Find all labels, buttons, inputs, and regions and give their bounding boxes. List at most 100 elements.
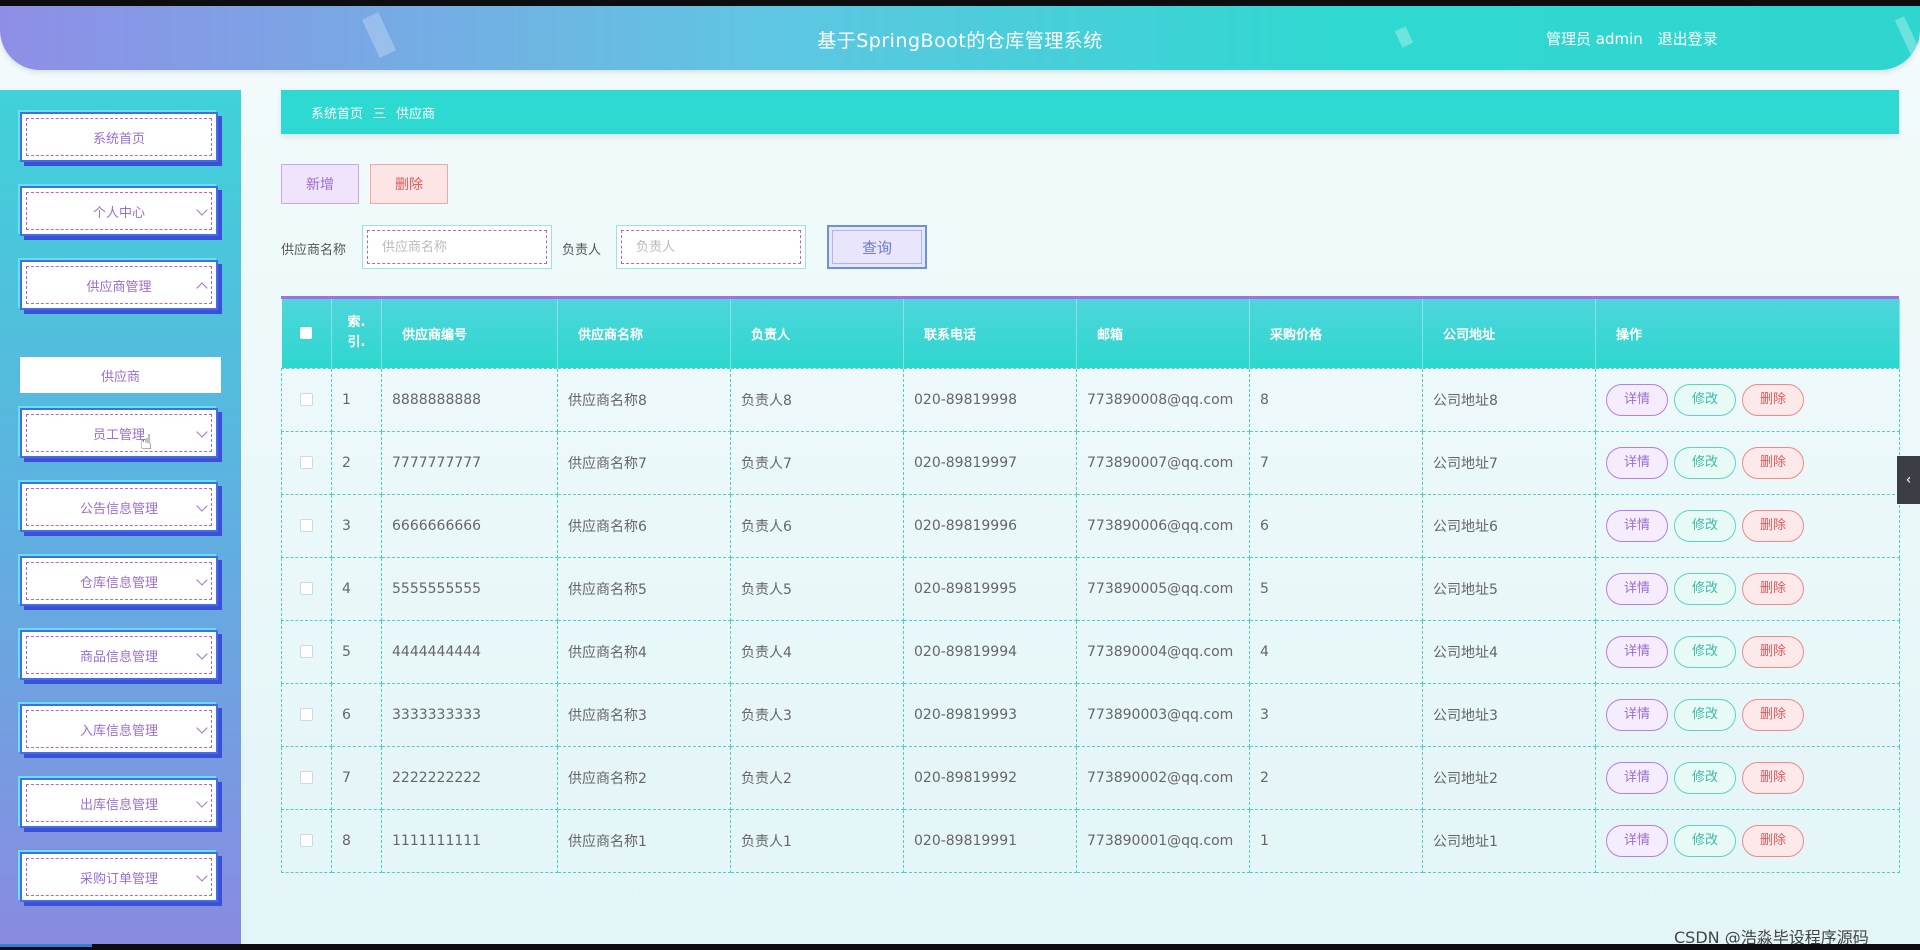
row-delete-button[interactable]: 删除 [1742, 761, 1804, 794]
cell-code: 8888888888 [381, 367, 558, 432]
row-checkbox[interactable] [300, 393, 313, 406]
row-delete-button[interactable]: 删除 [1742, 446, 1804, 479]
edit-button[interactable]: 修改 [1674, 761, 1736, 794]
sidebar-item-home[interactable]: 系统首页 [20, 112, 218, 162]
watermark: CSDN @浩淼毕设程序源码 [1674, 928, 1869, 944]
row-checkbox[interactable] [300, 645, 313, 658]
column-header-email: 邮箱 [1076, 299, 1250, 368]
sidebar-item-warehouse[interactable]: 仓库信息管理 [20, 556, 218, 606]
row-checkbox[interactable] [300, 456, 313, 469]
sidebar-item-label: 采购订单管理 [26, 858, 212, 896]
cell-ops: 详情 修改 删除 [1595, 619, 1900, 684]
cell-ops: 详情 修改 删除 [1595, 808, 1900, 873]
cell-name: 供应商名称2 [557, 745, 731, 810]
supplier-name-input[interactable] [382, 239, 546, 255]
edit-button[interactable]: 修改 [1674, 509, 1736, 542]
sidebar-subitem-supplier[interactable]: 供应商 [20, 357, 221, 393]
row-checkbox-cell [281, 682, 332, 747]
column-header-name: 供应商名称 [557, 299, 731, 368]
cell-contact: 负责人2 [730, 745, 904, 810]
row-checkbox-cell [281, 430, 332, 495]
cell-name: 供应商名称1 [557, 808, 731, 873]
cell-index: 8 [331, 808, 382, 873]
cell-price: 6 [1249, 493, 1423, 558]
logout-link[interactable]: 退出登录 [1658, 30, 1718, 48]
cell-phone: 020-89819995 [903, 556, 1077, 621]
row-checkbox[interactable] [300, 708, 313, 721]
edit-button[interactable]: 修改 [1674, 698, 1736, 731]
edit-button[interactable]: 修改 [1674, 446, 1736, 479]
row-checkbox[interactable] [300, 834, 313, 847]
breadcrumb-separator: 三 [373, 106, 387, 122]
edit-button[interactable]: 修改 [1674, 824, 1736, 857]
sidebar-item-label: 个人中心 [26, 192, 212, 230]
hand-pointer-icon: ☝ [140, 430, 153, 454]
row-checkbox-cell [281, 808, 332, 873]
edit-button[interactable]: 修改 [1674, 635, 1736, 668]
delete-button[interactable]: 删除 [370, 164, 448, 204]
sidebar-item-label: 员工管理 [26, 414, 212, 452]
cell-price: 8 [1249, 367, 1423, 432]
cell-address: 公司地址5 [1422, 556, 1596, 621]
cell-ops: 详情 修改 删除 [1595, 367, 1900, 432]
cell-email: 773890007@qq.com [1076, 430, 1250, 495]
row-delete-button[interactable]: 删除 [1742, 635, 1804, 668]
user-area: 管理员 admin 退出登录 [1546, 28, 1728, 49]
sidebar-item-goods[interactable]: 商品信息管理 [20, 630, 218, 680]
query-button[interactable]: 查询 [827, 225, 927, 269]
detail-button[interactable]: 详情 [1606, 509, 1668, 542]
cell-code: 2222222222 [381, 745, 558, 810]
detail-button[interactable]: 详情 [1606, 383, 1668, 416]
user-role: 管理员 admin [1546, 30, 1643, 48]
chevron-left-icon[interactable]: ‹ [1897, 456, 1920, 504]
column-header-phone: 联系电话 [903, 299, 1077, 368]
cell-code: 7777777777 [381, 430, 558, 495]
cell-email: 773890008@qq.com [1076, 367, 1250, 432]
contact-input[interactable] [636, 239, 800, 255]
breadcrumb: 系统首页 三 供应商 [281, 90, 1899, 134]
row-checkbox[interactable] [300, 771, 313, 784]
supplier-name-label: 供应商名称 [281, 243, 347, 258]
row-checkbox-cell [281, 745, 332, 810]
detail-button[interactable]: 详情 [1606, 635, 1668, 668]
sidebar-item-label: 供应商管理 [26, 266, 212, 304]
sidebar-item-profile[interactable]: 个人中心 [20, 186, 218, 236]
sidebar-item-purchase[interactable]: 采购订单管理 [20, 852, 218, 902]
cell-ops: 详情 修改 删除 [1595, 556, 1900, 621]
cell-email: 773890002@qq.com [1076, 745, 1250, 810]
sidebar-item-supplier-mgmt[interactable]: 供应商管理 [20, 260, 218, 310]
breadcrumb-home[interactable]: 系统首页 [311, 103, 363, 122]
sidebar-item-inbound[interactable]: 入库信息管理 [20, 704, 218, 754]
sidebar-item-notice[interactable]: 公告信息管理 [20, 482, 218, 532]
row-delete-button[interactable]: 删除 [1742, 824, 1804, 857]
row-delete-button[interactable]: 删除 [1742, 698, 1804, 731]
row-delete-button[interactable]: 删除 [1742, 509, 1804, 542]
row-delete-button[interactable]: 删除 [1742, 383, 1804, 416]
table-row: 6 3333333333 供应商名称3 负责人3 020-89819993 7738900… [281, 682, 1900, 747]
edit-button[interactable]: 修改 [1674, 383, 1736, 416]
cell-address: 公司地址1 [1422, 808, 1596, 873]
bottom-bar [0, 944, 1920, 950]
cell-contact: 负责人8 [730, 367, 904, 432]
column-header-code: 供应商编号 [381, 299, 558, 368]
add-button[interactable]: 新增 [281, 164, 359, 204]
cell-phone: 020-89819992 [903, 745, 1077, 810]
cell-name: 供应商名称6 [557, 493, 731, 558]
sidebar: 系统首页 个人中心 供应商管理 供应商 员工管理 公告信息管理 仓库信息管理 商… [0, 90, 241, 944]
detail-button[interactable]: 详情 [1606, 572, 1668, 605]
detail-button[interactable]: 详情 [1606, 824, 1668, 857]
detail-button[interactable]: 详情 [1606, 698, 1668, 731]
row-checkbox[interactable] [300, 519, 313, 532]
detail-button[interactable]: 详情 [1606, 446, 1668, 479]
cell-index: 4 [331, 556, 382, 621]
sidebar-item-outbound[interactable]: 出库信息管理 [20, 778, 218, 828]
row-checkbox[interactable] [300, 582, 313, 595]
sidebar-item-label: 入库信息管理 [26, 710, 212, 748]
detail-button[interactable]: 详情 [1606, 761, 1668, 794]
select-all-checkbox[interactable] [300, 327, 313, 340]
cell-phone: 020-89819998 [903, 367, 1077, 432]
row-delete-button[interactable]: 删除 [1742, 572, 1804, 605]
edit-button[interactable]: 修改 [1674, 572, 1736, 605]
sidebar-item-staff[interactable]: 员工管理 [20, 408, 218, 458]
cell-index: 5 [331, 619, 382, 684]
